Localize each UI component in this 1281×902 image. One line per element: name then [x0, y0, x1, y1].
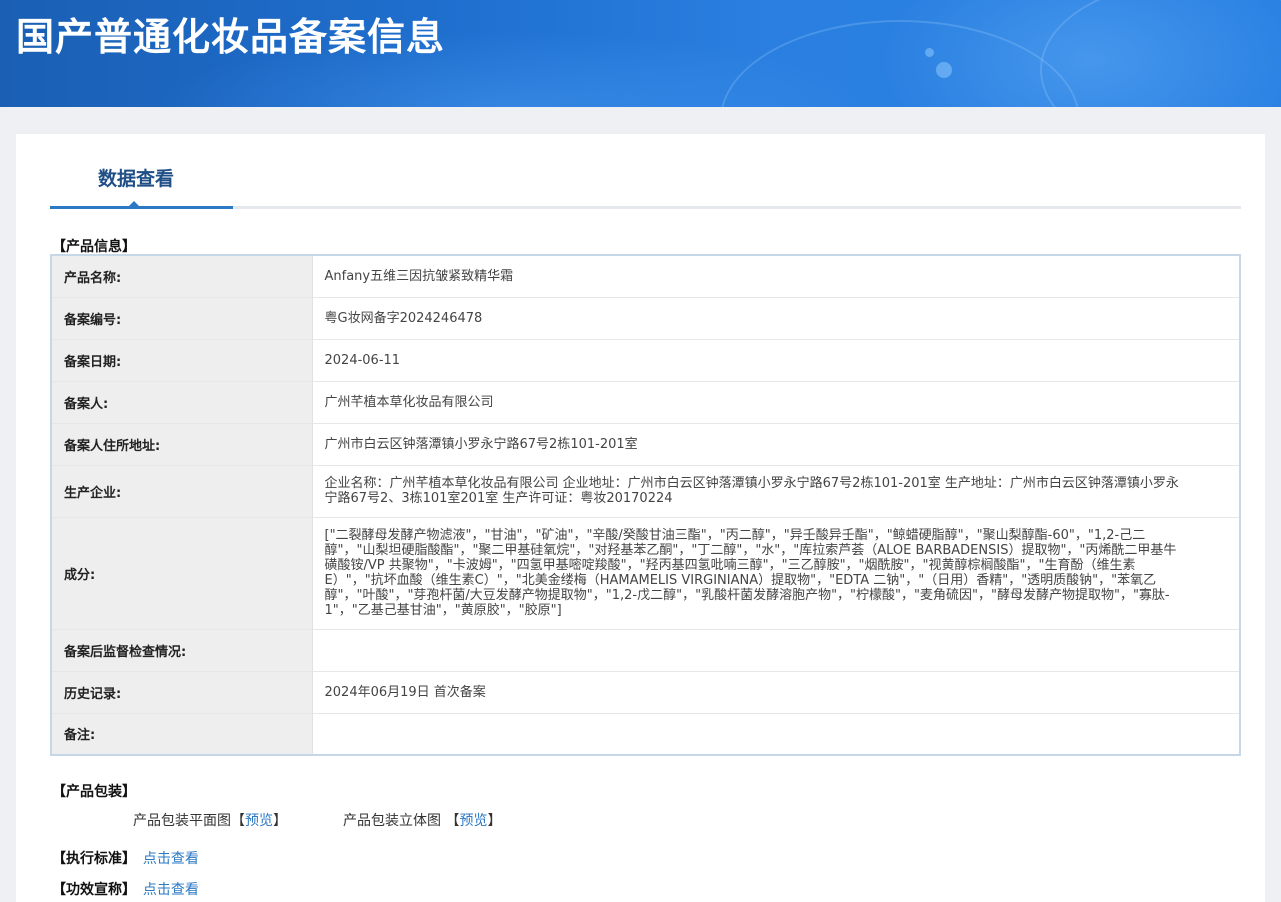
packaging-3d-item: 产品包装立体图 【预览】	[343, 810, 501, 830]
product-info-title: 【产品信息】	[52, 239, 136, 255]
tab-active-indicator	[128, 201, 140, 207]
header-banner: 国产普通化妆品备案信息	[0, 0, 1281, 107]
row-value: Anfany五维三因抗皱紧致精华霜	[324, 268, 514, 284]
banner-decoration	[936, 62, 952, 78]
table-row: 生产企业: 企业名称：广州芊植本草化妆品有限公司 企业地址：广州市白云区钟落潭镇…	[51, 464, 1240, 517]
table-row: 备注:	[51, 712, 1240, 755]
efficacy-title: 【功效宣称】	[52, 882, 136, 898]
standard-row: 【执行标准】 点击查看	[52, 848, 199, 868]
packaging-flat-item: 产品包装平面图【预览】	[133, 810, 287, 830]
packaging-flat-label: 产品包装平面图	[133, 813, 231, 829]
row-label: 备案日期:	[51, 338, 313, 381]
row-label: 生产企业:	[51, 464, 313, 517]
table-row: 备案人: 广州芊植本草化妆品有限公司	[51, 380, 1240, 423]
packaging-3d-label: 产品包装立体图	[343, 813, 446, 829]
packaging-flat-preview-link[interactable]: 预览	[245, 813, 273, 829]
row-value: 粤G妆网备字2024246478	[312, 296, 1240, 339]
row-value: 广州市白云区钟落潭镇小罗永宁路67号2栋101-201室	[312, 422, 1240, 465]
packaging-3d-preview-link[interactable]: 预览	[459, 813, 487, 829]
banner-decoration	[925, 48, 934, 57]
table-row: 历史记录: 2024年06月19日 首次备案	[51, 670, 1240, 713]
efficacy-row: 【功效宣称】 点击查看	[52, 879, 199, 899]
row-label: 产品名称:	[51, 255, 313, 297]
row-value: 广州芊植本草化妆品有限公司	[312, 380, 1240, 423]
page-title: 国产普通化妆品备案信息	[16, 15, 446, 59]
banner-decoration	[1040, 0, 1281, 107]
bracket-open: 【	[231, 813, 245, 829]
table-row: 备案后监督检查情况:	[51, 628, 1240, 671]
row-label: 备注:	[51, 712, 313, 755]
table-row: 备案编号: 粤G妆网备字2024246478	[51, 296, 1240, 339]
row-label: 历史记录:	[51, 670, 313, 713]
bracket-close: 】	[273, 813, 287, 829]
product-info-table: 产品名称: Anfany五维三因抗皱紧致精华霜 备案编号: 粤G妆网备字2024…	[50, 254, 1241, 756]
standard-view-link[interactable]: 点击查看	[143, 851, 199, 867]
packaging-title: 【产品包装】	[52, 784, 136, 800]
content-panel: 数据查看 【产品信息】 产品名称: Anfany五维三因抗皱紧致精华霜 备案编号…	[16, 134, 1265, 902]
row-value: ["二裂酵母发酵产物滤液"，"甘油"，"矿油"，"辛酸/癸酸甘油三酯"，"丙二醇…	[312, 516, 1240, 629]
row-value: 2024年06月19日 首次备案	[312, 670, 1240, 713]
bracket-open: 【	[445, 813, 460, 829]
row-label: 备案后监督检查情况:	[51, 628, 313, 671]
row-value: 企业名称：广州芊植本草化妆品有限公司 企业地址：广州市白云区钟落潭镇小罗永宁路6…	[312, 464, 1240, 517]
standard-title: 【执行标准】	[52, 851, 136, 867]
bracket-close: 】	[487, 813, 502, 829]
row-label: 备案编号:	[51, 296, 313, 339]
efficacy-view-link[interactable]: 点击查看	[143, 882, 199, 898]
row-label: 成分:	[51, 516, 313, 629]
table-row: 产品名称: Anfany五维三因抗皱紧致精华霜	[51, 255, 1240, 297]
row-label: 备案人住所地址:	[51, 422, 313, 465]
row-value	[312, 712, 1240, 755]
row-value: 2024-06-11	[312, 338, 1240, 381]
tab-label: 数据查看	[98, 168, 175, 190]
tab-data-view[interactable]: 数据查看	[50, 134, 233, 209]
row-label: 备案人:	[51, 380, 313, 423]
tab-bar: 数据查看	[50, 134, 1241, 209]
table-row: 备案日期: 2024-06-11	[51, 338, 1240, 381]
table-row: 成分: ["二裂酵母发酵产物滤液"，"甘油"，"矿油"，"辛酸/癸酸甘油三酯"，…	[51, 516, 1240, 629]
table-row: 备案人住所地址: 广州市白云区钟落潭镇小罗永宁路67号2栋101-201室	[51, 422, 1240, 465]
row-value	[312, 628, 1240, 671]
